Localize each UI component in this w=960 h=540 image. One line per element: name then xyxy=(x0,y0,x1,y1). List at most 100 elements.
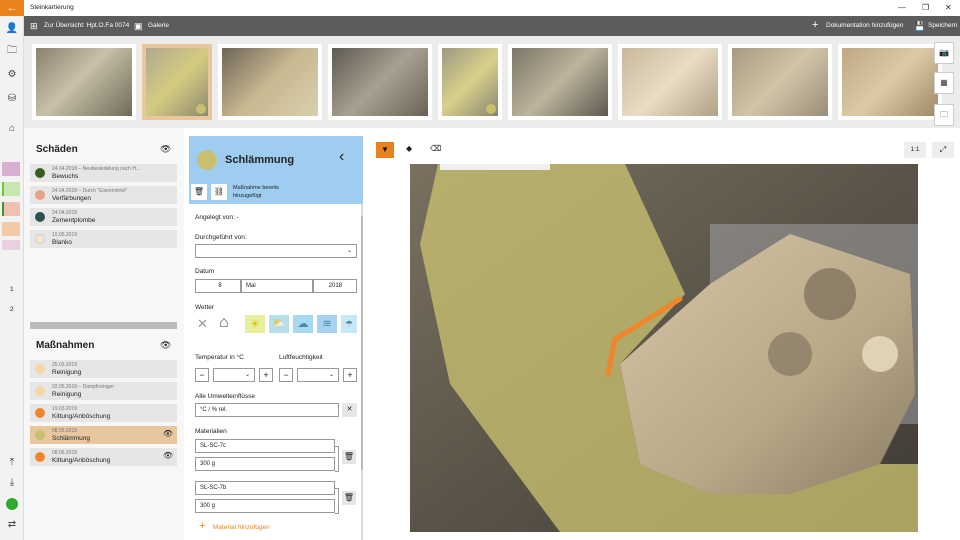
folder-add-button[interactable]: 🗀 xyxy=(934,104,954,126)
back-button[interactable]: ← xyxy=(0,0,24,16)
home-icon[interactable]: ⌂ xyxy=(4,122,20,136)
panel-splitter[interactable] xyxy=(30,322,177,329)
chevron-left-icon[interactable]: ‹ xyxy=(339,148,344,166)
item-name: Bewuchs xyxy=(52,173,79,180)
status-line-1: Maßnahme bereits xyxy=(233,185,279,191)
eraser-icon[interactable]: ⌫ xyxy=(430,144,441,153)
temperature-select[interactable]: ⌄ xyxy=(213,368,255,382)
measure-item-selected[interactable]: 08.05.2018 Schlämmung 👁 xyxy=(30,426,177,444)
wind-icon[interactable]: ≋ xyxy=(317,315,337,333)
temp-decrement-button[interactable]: − xyxy=(195,368,209,382)
photo-thumbnail-selected[interactable] xyxy=(142,44,212,120)
save-button[interactable]: Speichern xyxy=(928,22,957,29)
measure-item[interactable]: 25.03.2019 Reinigung xyxy=(30,360,177,378)
damage-item[interactable]: 24.04.2018 – Neubesiedelung nach H... Bew… xyxy=(30,164,177,182)
fill-icon[interactable]: ◆ xyxy=(406,144,412,153)
gear-icon[interactable]: ⚙ xyxy=(4,68,20,82)
materials-label: Materialien xyxy=(195,428,227,435)
material-amount-field[interactable]: 300 g xyxy=(195,499,335,513)
photo-thumbnail[interactable] xyxy=(618,44,722,120)
item-name: Schlämmung xyxy=(52,435,90,442)
temp-increment-button[interactable]: + xyxy=(259,368,273,382)
gallery-link[interactable]: Galerie xyxy=(148,22,169,29)
zoom-button[interactable]: 1:1 xyxy=(904,142,926,158)
photo-thumbnail[interactable] xyxy=(838,44,942,120)
chevron-down-icon: ⌄ xyxy=(328,372,334,378)
form-title: Schlämmung xyxy=(225,154,295,166)
humidity-decrement-button[interactable]: − xyxy=(279,368,293,382)
measure-detail-form: Schlämmung ‹ 🗑 ⛓ Maßnahme bereits hinzug… xyxy=(189,136,363,540)
overview-link[interactable]: Zur Übersicht: Hpt.O.Fa 0074 xyxy=(44,22,129,29)
minimize-icon[interactable]: — xyxy=(898,3,906,12)
database-icon[interactable]: ⛁ xyxy=(4,92,20,106)
damage-item[interactable]: 24.04.2018 Zementplombe xyxy=(30,208,177,226)
close-icon[interactable]: ✕ xyxy=(945,3,952,12)
page-number-2[interactable]: 2 xyxy=(10,306,14,313)
humidity-increment-button[interactable]: + xyxy=(343,368,357,382)
download-icon[interactable]: ⤓ xyxy=(4,476,20,490)
photo-thumbnail[interactable] xyxy=(508,44,612,120)
environment-field[interactable]: °C / % rel. xyxy=(195,403,339,417)
restore-icon[interactable]: ❐ xyxy=(922,3,929,12)
filter-icon[interactable]: ▼ xyxy=(376,142,394,158)
measure-color-swatch xyxy=(197,150,217,170)
rain-icon[interactable]: ☂ xyxy=(341,315,357,333)
upload-icon[interactable]: ⤒ xyxy=(4,456,20,470)
performed-by-select[interactable]: ⌄ xyxy=(195,244,357,258)
partly-cloudy-icon[interactable]: ⛅ xyxy=(269,315,289,333)
close-icon[interactable]: ✕ xyxy=(197,316,208,332)
humidity-select[interactable]: ⌄ xyxy=(297,368,339,382)
map-button[interactable]: ▦ xyxy=(934,72,954,94)
sun-icon[interactable]: ☀ xyxy=(245,315,265,333)
save-icon: 💾 xyxy=(914,21,926,31)
weather-label: Wetter xyxy=(195,304,215,311)
overview-icon: ⊞ xyxy=(30,21,38,31)
trash-icon[interactable]: 🗑 xyxy=(342,450,356,464)
material-name-field[interactable]: SL-SC-7b xyxy=(195,481,335,495)
expand-icon[interactable]: ⤢ xyxy=(932,142,954,158)
measure-item[interactable]: 02.05.2018 – Dampfreiniger Reinigung xyxy=(30,382,177,400)
damage-item[interactable]: 10.05.2019 Blanko xyxy=(30,230,177,248)
swap-icon[interactable]: ⇄ xyxy=(4,518,20,532)
trash-icon[interactable]: 🗑 xyxy=(191,184,207,200)
sync-status-icon xyxy=(6,498,18,510)
item-name: Kittung/Anböschung xyxy=(52,413,111,420)
clear-icon[interactable]: ✕ xyxy=(342,403,357,417)
year-field[interactable]: 2018 xyxy=(313,279,357,293)
eye-icon[interactable]: 👁 xyxy=(160,144,171,155)
measure-item[interactable]: 08.05.2018 Kittung/Anböschung 👁 xyxy=(30,448,177,466)
folder-icon[interactable]: 🗀 xyxy=(4,44,20,58)
item-date: 08.05.2018 xyxy=(52,428,78,434)
unlink-icon[interactable]: ⛓ xyxy=(211,184,227,200)
month-field[interactable]: Mai xyxy=(241,279,313,293)
eye-icon[interactable]: 👁 xyxy=(163,451,173,460)
photo-thumbnail[interactable] xyxy=(438,44,502,120)
material-name-field[interactable]: SL-SC-7c xyxy=(195,439,335,453)
user-icon[interactable]: 👤 xyxy=(4,22,20,36)
add-material-button[interactable]: Material hinzufügen xyxy=(213,524,270,531)
eye-icon[interactable]: 👁 xyxy=(160,340,171,351)
trash-icon[interactable]: 🗑 xyxy=(342,491,356,505)
photo-thumbnail[interactable] xyxy=(32,44,136,120)
chevron-down-icon: ⌄ xyxy=(244,372,250,378)
photo-canvas[interactable] xyxy=(410,164,918,532)
form-header: Schlämmung ‹ 🗑 ⛓ Maßnahme bereits hinzug… xyxy=(189,136,363,204)
page-number-1[interactable]: 1 xyxy=(10,286,14,293)
add-documentation-button[interactable]: Dokumentation hinzufügen xyxy=(826,22,903,29)
scrollbar[interactable] xyxy=(361,216,363,470)
damage-item[interactable]: 24.04.2018 – Durch "Eisenmörtel" Verfärbu… xyxy=(30,186,177,204)
material-amount-field[interactable]: 300 g xyxy=(195,457,335,471)
eye-icon[interactable]: 👁 xyxy=(163,429,173,438)
created-by-text: Angelegt von: - xyxy=(195,214,239,221)
photo-thumbnail[interactable] xyxy=(728,44,832,120)
camera-button[interactable]: 📷 xyxy=(934,42,954,64)
photo-thumbnail[interactable] xyxy=(328,44,432,120)
day-field[interactable]: 8 xyxy=(195,279,241,293)
item-date: 10.05.2019 xyxy=(52,232,78,238)
stone-photo[interactable] xyxy=(410,164,918,532)
color-swatch xyxy=(35,234,45,244)
measure-item[interactable]: 19.03.2019 Kittung/Anböschung xyxy=(30,404,177,422)
cloud-icon[interactable]: ☁ xyxy=(293,315,313,333)
house-icon[interactable]: ⌂ xyxy=(219,314,229,332)
photo-thumbnail[interactable] xyxy=(218,44,322,120)
